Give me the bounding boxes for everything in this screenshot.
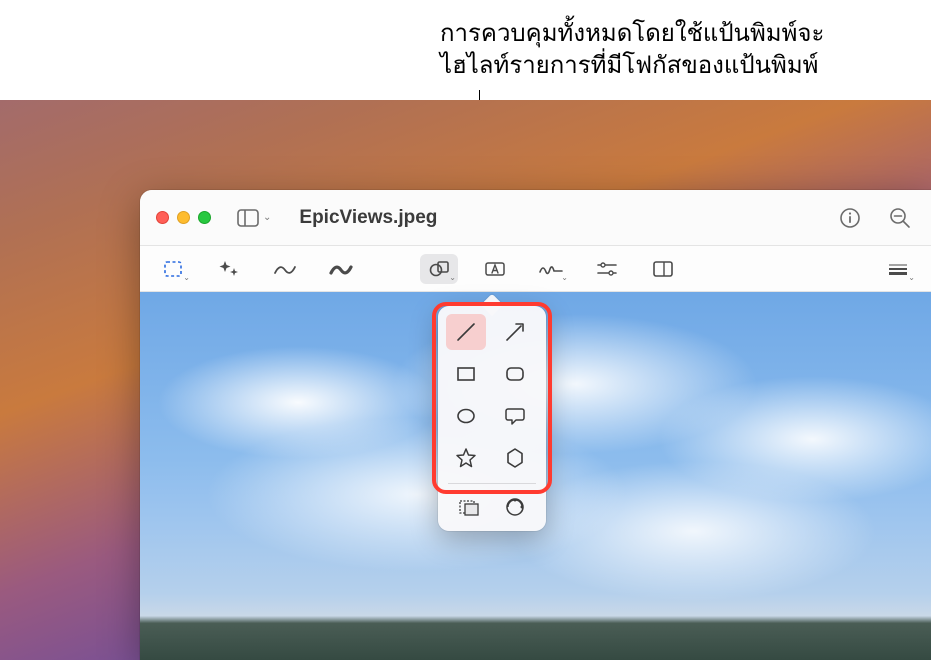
draw-icon (329, 261, 353, 277)
sparkle-icon (218, 259, 240, 279)
maximize-button[interactable] (198, 211, 211, 224)
speech-bubble-icon (503, 404, 527, 428)
info-icon (839, 207, 861, 229)
chevron-down-icon: ⌄ (561, 273, 568, 282)
shape-arrow[interactable] (495, 314, 535, 350)
close-button[interactable] (156, 211, 169, 224)
titlebar: ⌄ EpicViews.jpeg (140, 190, 931, 246)
star-icon (454, 446, 478, 470)
shapes-popover (438, 306, 546, 531)
chevron-down-icon: ⌄ (908, 273, 915, 282)
mask-icon (458, 497, 480, 517)
chevron-down-icon: ⌄ (183, 273, 190, 282)
callout-line-2: ไฮไลท์รายการที่มีโฟกัสของแป้นพิมพ์ (440, 50, 824, 82)
border-style-tool[interactable]: ⌄ (879, 254, 917, 284)
sign-tool[interactable]: ⌄ (532, 254, 570, 284)
markup-toolbar: ⌄ ⌄ (140, 246, 931, 292)
loupe-icon (504, 496, 526, 518)
line-icon (454, 320, 478, 344)
shape-line[interactable] (446, 314, 486, 350)
shape-rectangle[interactable] (446, 356, 486, 392)
zoom-out-icon (889, 207, 911, 229)
rounded-rectangle-icon (503, 362, 527, 386)
shapes-tool[interactable]: ⌄ (420, 254, 458, 284)
zoom-out-button[interactable] (889, 207, 911, 229)
sketch-tool[interactable] (266, 254, 304, 284)
crop-icon (652, 260, 674, 278)
sketch-icon (273, 261, 297, 277)
shape-loupe[interactable] (495, 491, 535, 523)
callout: การควบคุมทั้งหมดโดยใช้แป้นพิมพ์จะ ไฮไลท์… (0, 12, 931, 112)
rectangle-icon (454, 362, 478, 386)
text-icon (484, 260, 506, 278)
popover-divider (448, 483, 536, 484)
shapes-grid (446, 314, 538, 476)
magic-select-tool[interactable] (210, 254, 248, 284)
callout-line-1: การควบคุมทั้งหมดโดยใช้แป้นพิมพ์จะ (440, 18, 824, 50)
arrow-icon (503, 320, 527, 344)
text-tool[interactable] (476, 254, 514, 284)
oval-icon (454, 404, 478, 428)
signature-icon (538, 261, 564, 277)
chevron-down-icon: ⌄ (449, 273, 456, 282)
shape-rounded-rectangle[interactable] (495, 356, 535, 392)
shape-speech-bubble[interactable] (495, 398, 535, 434)
minimize-button[interactable] (177, 211, 190, 224)
selection-icon (163, 260, 183, 278)
callout-text: การควบคุมทั้งหมดโดยใช้แป้นพิมพ์จะ ไฮไลท์… (440, 18, 824, 83)
sidebar-toggle-button[interactable]: ⌄ (231, 205, 277, 231)
shape-mask[interactable] (449, 491, 489, 523)
line-weight-icon (887, 262, 909, 276)
shapes-icon (428, 260, 450, 278)
info-button[interactable] (839, 207, 861, 229)
popover-extras (446, 491, 538, 523)
window-controls (156, 211, 211, 224)
shape-star[interactable] (446, 440, 486, 476)
adjust-color-tool[interactable] (588, 254, 626, 284)
sliders-icon (596, 261, 618, 277)
window-title: EpicViews.jpeg (299, 207, 437, 229)
titlebar-right-controls (839, 207, 915, 229)
chevron-down-icon: ⌄ (263, 212, 271, 223)
shape-hexagon[interactable] (495, 440, 535, 476)
selection-tool[interactable]: ⌄ (154, 254, 192, 284)
crop-tool[interactable] (644, 254, 682, 284)
sidebar-icon (237, 209, 259, 227)
hexagon-icon (503, 446, 527, 470)
shape-oval[interactable] (446, 398, 486, 434)
draw-tool[interactable] (322, 254, 360, 284)
